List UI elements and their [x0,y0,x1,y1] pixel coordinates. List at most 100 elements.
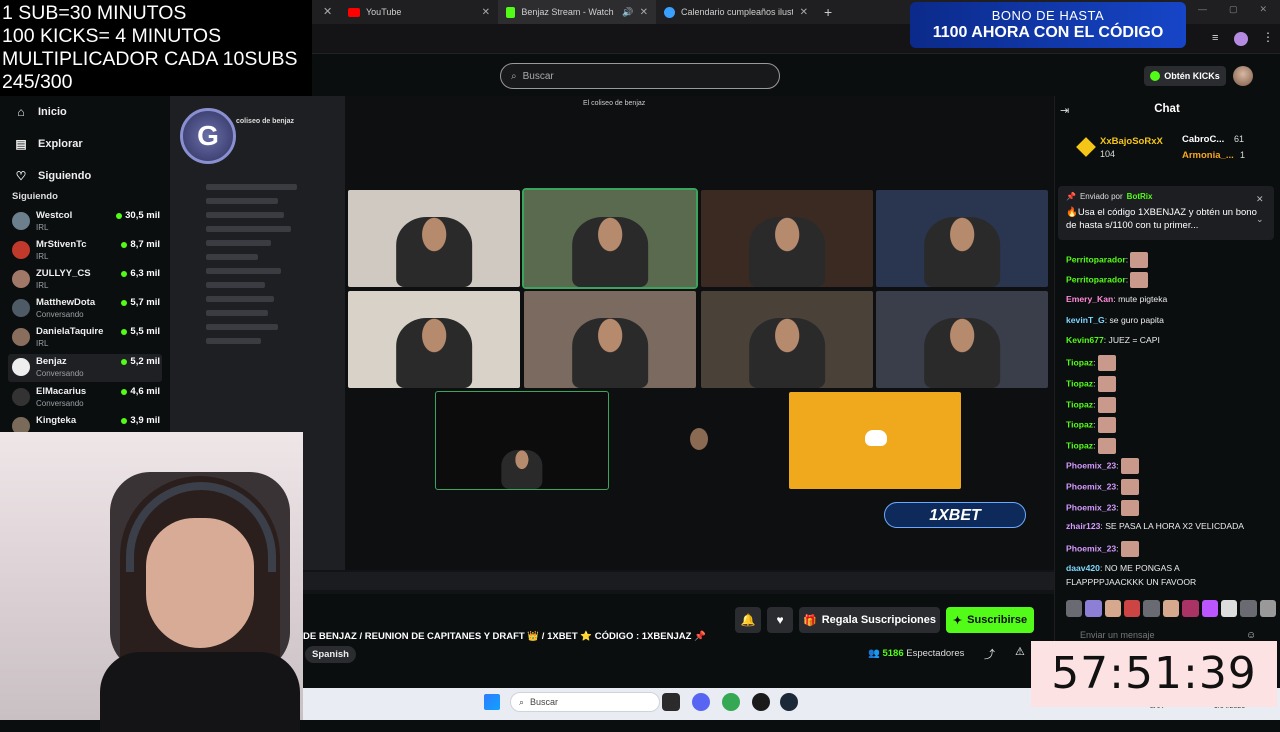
chat-username[interactable]: Tiopaz [1066,378,1093,388]
viewer-count: 5,5 mil [121,326,160,337]
emote-icon[interactable] [1240,600,1257,617]
search-icon: ⌕ [519,696,525,707]
follow-button[interactable]: ♥ [767,607,793,633]
leader-name[interactable]: XxBajoSoRxX [1100,136,1163,147]
following-item-danielataquire[interactable]: DanielaTaquire IRL 5,5 mil [8,324,162,352]
new-tab-button[interactable]: + [824,4,832,20]
participant-tile [348,291,520,388]
windows-start-icon[interactable] [484,694,500,710]
gift-subs-button[interactable]: 🎁 Regala Suscripciones [799,607,940,633]
chrome-taskbar-icon[interactable] [722,693,740,711]
discord-icon [865,430,887,446]
emote-icon[interactable] [1124,600,1141,617]
following-item-mrstiventc[interactable]: MrStivenTc IRL 8,7 mil [8,237,162,265]
following-item-matthewdota[interactable]: MatthewDota Conversando 5,7 mil [8,295,162,323]
chat-message: Kevin677: JUEZ = CAPI [1066,334,1160,346]
language-tag[interactable]: Spanish [305,646,356,663]
nav-siguiendo[interactable]: ♡ Siguiendo [14,169,92,183]
chat-username[interactable]: Tiopaz [1066,357,1093,367]
emote-icon[interactable] [1104,600,1122,617]
subscribe-button[interactable]: ✦ Suscribirse [946,607,1034,633]
tab-benjaz-stream[interactable]: Benjaz Stream - Watch Live 🔊 ✕ [498,0,656,24]
unpin-icon[interactable]: ✕ [1256,194,1264,205]
following-item-westcol[interactable]: Westcol IRL 30,5 mil [8,208,162,236]
close-icon[interactable]: ✕ [800,7,808,18]
nav-explorar[interactable]: ▤ Explorar [14,137,82,151]
emote-icon[interactable] [1182,600,1199,617]
chat-message: Tiopaz: [1066,355,1116,371]
chat-username[interactable]: Tiopaz [1066,419,1093,429]
task-view-icon[interactable] [662,693,680,711]
emote-icon[interactable] [1085,600,1102,617]
avatar [12,358,30,376]
profile-icon[interactable] [1234,32,1248,46]
chat-username[interactable]: zhair123 [1066,521,1100,531]
chat-username[interactable]: Kevin677 [1066,335,1104,345]
discord-taskbar-icon[interactable] [692,693,710,711]
emote-icon[interactable] [1201,600,1218,617]
chat-message-continuation: FLAPPPPJAACKKK UN FAVOOR [1066,577,1197,587]
channel-category: IRL [36,339,49,348]
subathon-timer: 57:51:39 [1031,641,1277,707]
chat-username[interactable]: Phoemix_23 [1066,481,1116,491]
close-window-icon[interactable]: ✕ [1260,4,1268,15]
leader-name[interactable]: Armonia_... [1182,150,1234,161]
chat-username[interactable]: Tiopaz [1066,440,1093,450]
search-input[interactable]: ⌕ Buscar [500,63,780,89]
following-item-benjaz[interactable]: Benjaz Conversando 5,2 mil [8,354,162,382]
chat-username[interactable]: daav420 [1066,563,1100,573]
taskbar-search[interactable]: ⌕ Buscar [510,692,660,712]
emote-icon[interactable] [1220,600,1238,617]
viewer-count: 5,7 mil [121,297,160,308]
share-icon[interactable]: ⤴ [984,646,995,662]
emote-icon[interactable] [1259,600,1276,617]
viewer-value: 4,6 mil [130,386,160,397]
obs-taskbar-icon[interactable] [752,693,770,711]
promo-line-2: 1100 AHORA CON EL CÓDIGO [932,24,1164,41]
tab-youtube[interactable]: YouTube ✕ [340,0,498,24]
nav-inicio[interactable]: ⌂ Inicio [14,105,66,119]
close-icon[interactable]: ✕ [482,7,490,18]
chat-username[interactable]: Phoemix_23 [1066,543,1116,553]
channel-name: Kingteka [36,415,77,426]
channel-name: MatthewDota [36,297,96,308]
following-item-zullyy[interactable]: ZULLYY_CS IRL 6,3 mil [8,266,162,294]
steam-taskbar-icon[interactable] [780,693,798,711]
emote-icon[interactable] [1143,600,1160,617]
maximize-icon[interactable]: ▢ [1229,4,1238,15]
participant-video [396,217,472,287]
close-icon[interactable]: ✕ [640,7,648,18]
user-avatar[interactable] [1233,66,1253,86]
pinned-author: 📌 Enviado por BotRix [1066,192,1266,201]
expand-pinned-icon[interactable]: ⌄ [1256,214,1264,225]
chat-username[interactable]: kevinT_G [1066,315,1105,325]
chat-username[interactable]: Emery_Kan [1066,294,1113,304]
pinned-message[interactable]: 📌 Enviado por BotRix 🔥Usa el código 1XBE… [1058,186,1274,240]
get-kicks-button[interactable]: Obtén KICKs [1144,66,1226,86]
tab-calendario[interactable]: Calendario cumpleaños ilustrac ✕ [656,0,816,24]
live-dot-icon [121,270,128,277]
youtube-icon [348,7,360,17]
chat-username[interactable]: Tiopaz [1066,399,1093,409]
emote-icon[interactable] [1162,600,1180,617]
emoji-icon[interactable]: ☺ [1246,630,1256,641]
speaker-icon[interactable]: 🔊 [622,7,633,18]
chat-username[interactable]: Perritoparador [1066,254,1126,264]
tab-label: Benjaz Stream - Watch Live [521,7,616,17]
tab-close-icon[interactable]: ✕ [323,5,332,18]
minimize-icon[interactable]: — [1198,4,1207,15]
more-icon[interactable]: ⋮ [1262,30,1274,44]
chat-message: Perritoparador: [1066,252,1149,268]
report-icon[interactable]: ⚠ [1015,645,1025,658]
emote-icon [1097,417,1116,433]
pinned-prefix: Enviado por [1079,192,1123,201]
notifications-button[interactable]: 🔔 [735,607,761,633]
following-item-elmacarius[interactable]: ElMacarius Conversando 4,6 mil [8,384,162,412]
chat-username[interactable]: Phoemix_23 [1066,460,1116,470]
chat-username[interactable]: Phoemix_23 [1066,502,1116,512]
leader-name[interactable]: CabroC... [1182,134,1224,145]
menu-icon[interactable]: ≡ [1212,32,1218,44]
chat-username[interactable]: Perritoparador [1066,274,1126,284]
participant-tile [701,291,873,388]
emote-icon[interactable] [1066,600,1083,617]
